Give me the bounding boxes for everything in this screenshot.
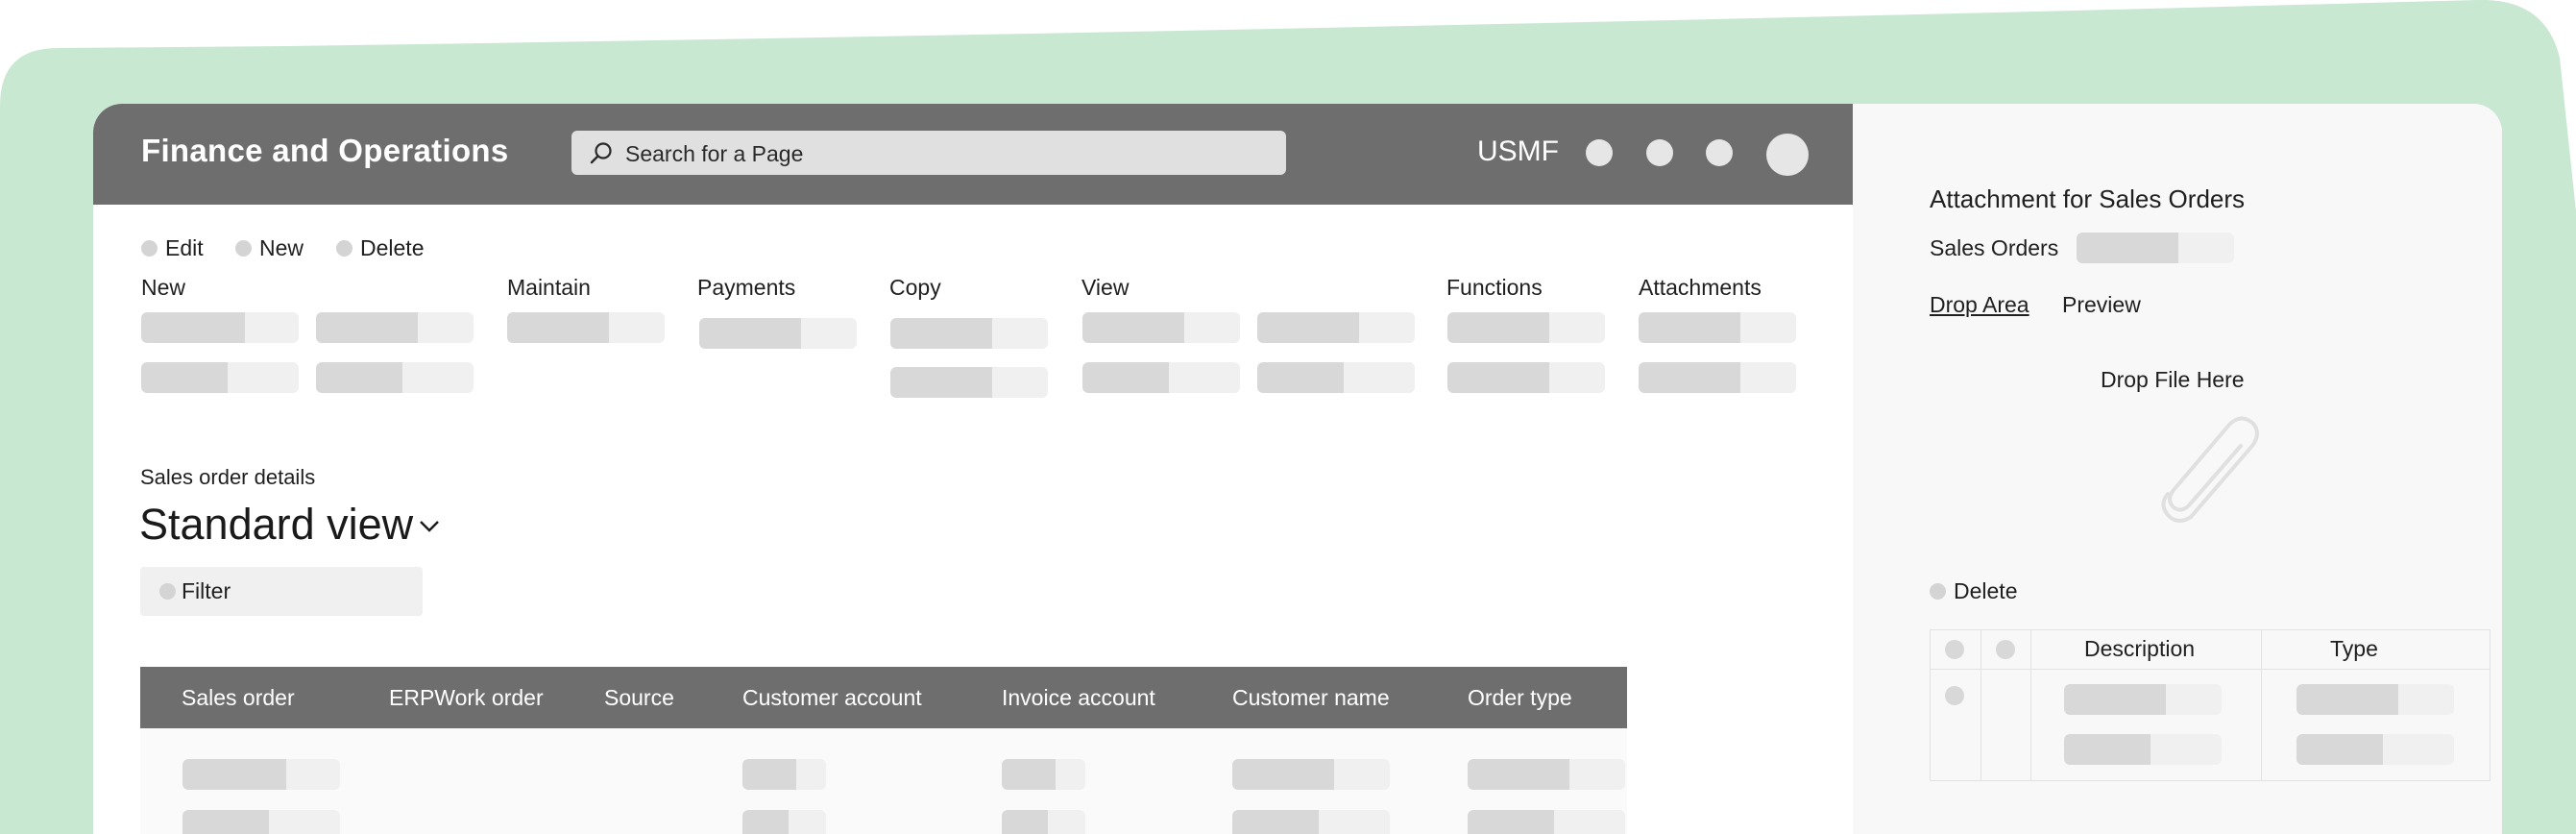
attachments-title: Attachment for Sales Orders [1930, 184, 2246, 213]
group-view-label: View [1081, 275, 1130, 300]
sales-orders-label: Sales Orders [1930, 235, 2059, 260]
ribbon-button[interactable] [316, 312, 474, 343]
attachments-delete-label: Delete [1954, 578, 2018, 603]
new-label: New [259, 235, 304, 260]
app-window: Finance and Operations Search for a Page… [93, 104, 2502, 834]
search-icon [590, 142, 612, 164]
company-selector[interactable]: USMF [1477, 135, 1559, 168]
table-cell[interactable] [1002, 759, 1085, 790]
tab-drop-area[interactable]: Drop Area [1930, 292, 2029, 318]
table-cell[interactable] [2064, 684, 2222, 715]
ribbon-button[interactable] [1447, 312, 1605, 343]
table-cell[interactable] [182, 759, 340, 790]
select-all-checkbox[interactable] [1945, 640, 1964, 659]
table-cell[interactable] [2297, 684, 2454, 715]
search-input[interactable]: Search for a Page [571, 131, 1286, 175]
ribbon-button[interactable] [507, 312, 665, 343]
column-source[interactable]: Source [604, 685, 674, 711]
column-customer-name[interactable]: Customer name [1232, 685, 1390, 711]
ribbon-button[interactable] [699, 318, 857, 349]
top-bar: Finance and Operations Search for a Page… [93, 104, 1853, 205]
table-cell[interactable] [2297, 734, 2454, 765]
ribbon-button[interactable] [141, 362, 299, 393]
ribbon-button[interactable] [890, 367, 1048, 398]
column-toggle-icon[interactable] [1996, 640, 2015, 659]
row-checkbox[interactable] [1945, 686, 1964, 705]
delete-button[interactable]: Delete [336, 235, 424, 261]
table-cell[interactable] [2064, 734, 2222, 765]
view-name: Standard view [139, 500, 414, 549]
attachments-table: Description Type [1930, 629, 2491, 781]
filter-input[interactable]: Filter [140, 567, 423, 616]
app-title: Finance and Operations [141, 133, 509, 168]
table-cell[interactable] [1232, 810, 1390, 834]
ribbon-button[interactable] [1257, 362, 1415, 393]
table-cell[interactable] [182, 810, 340, 834]
column-description[interactable]: Description [2084, 636, 2195, 662]
table-cell[interactable] [1468, 759, 1625, 790]
column-order-type[interactable]: Order type [1468, 685, 1572, 711]
ribbon-button[interactable] [1639, 362, 1796, 393]
group-attachments-label: Attachments [1639, 275, 1762, 300]
group-new-label: New [141, 275, 186, 300]
avatar[interactable] [1766, 134, 1809, 176]
main-pane: Finance and Operations Search for a Page… [93, 104, 1853, 834]
column-erpwork-order[interactable]: ERPWork order [389, 685, 544, 711]
table-cell[interactable] [742, 810, 826, 834]
chevron-down-icon [420, 521, 440, 532]
group-maintain-label: Maintain [507, 275, 591, 300]
delete-icon [1930, 583, 1946, 600]
table-cell[interactable] [1232, 759, 1390, 790]
settings-icon[interactable] [1646, 139, 1673, 166]
attachments-delete-button[interactable]: Delete [1930, 578, 2017, 604]
drop-file-text: Drop File Here [2101, 367, 2245, 392]
ribbon-button[interactable] [890, 318, 1048, 349]
ribbon-button[interactable] [1447, 362, 1605, 393]
new-button[interactable]: New [235, 235, 304, 261]
filter-label: Filter [182, 578, 231, 603]
attachments-pane: Attachment for Sales Orders Sales Orders… [1853, 104, 2502, 834]
group-copy-label: Copy [889, 275, 941, 300]
help-icon[interactable] [1706, 139, 1733, 166]
tab-preview[interactable]: Preview [2062, 292, 2141, 318]
table-header: Sales order ERPWork order Source Custome… [140, 667, 1627, 728]
delete-label: Delete [360, 235, 425, 260]
ribbon-button[interactable] [316, 362, 474, 393]
ribbon-button[interactable] [1639, 312, 1796, 343]
edit-label: Edit [165, 235, 204, 260]
new-icon [235, 240, 252, 257]
column-invoice-account[interactable]: Invoice account [1002, 685, 1155, 711]
search-placeholder: Search for a Page [625, 141, 804, 166]
delete-icon [336, 240, 352, 257]
edit-icon [141, 240, 158, 257]
table-body [140, 728, 1627, 834]
table-cell[interactable] [1468, 810, 1625, 834]
ribbon-button[interactable] [1082, 312, 1240, 343]
view-selector[interactable]: Standard view [139, 500, 440, 550]
group-payments-label: Payments [697, 275, 796, 300]
column-type[interactable]: Type [2330, 636, 2378, 662]
filter-icon [159, 583, 176, 600]
ribbon-button[interactable] [1082, 362, 1240, 393]
sales-orders-field[interactable] [2077, 233, 2234, 263]
group-functions-label: Functions [1446, 275, 1543, 300]
ribbon-button[interactable] [1257, 312, 1415, 343]
column-customer-account[interactable]: Customer account [742, 685, 922, 711]
edit-button[interactable]: Edit [141, 235, 204, 261]
column-sales-order[interactable]: Sales order [182, 685, 295, 711]
notifications-icon[interactable] [1586, 139, 1613, 166]
paperclip-icon[interactable] [2152, 404, 2273, 528]
section-label: Sales order details [140, 465, 316, 489]
ribbon-button[interactable] [141, 312, 299, 343]
table-cell[interactable] [1002, 810, 1085, 834]
table-cell[interactable] [742, 759, 826, 790]
